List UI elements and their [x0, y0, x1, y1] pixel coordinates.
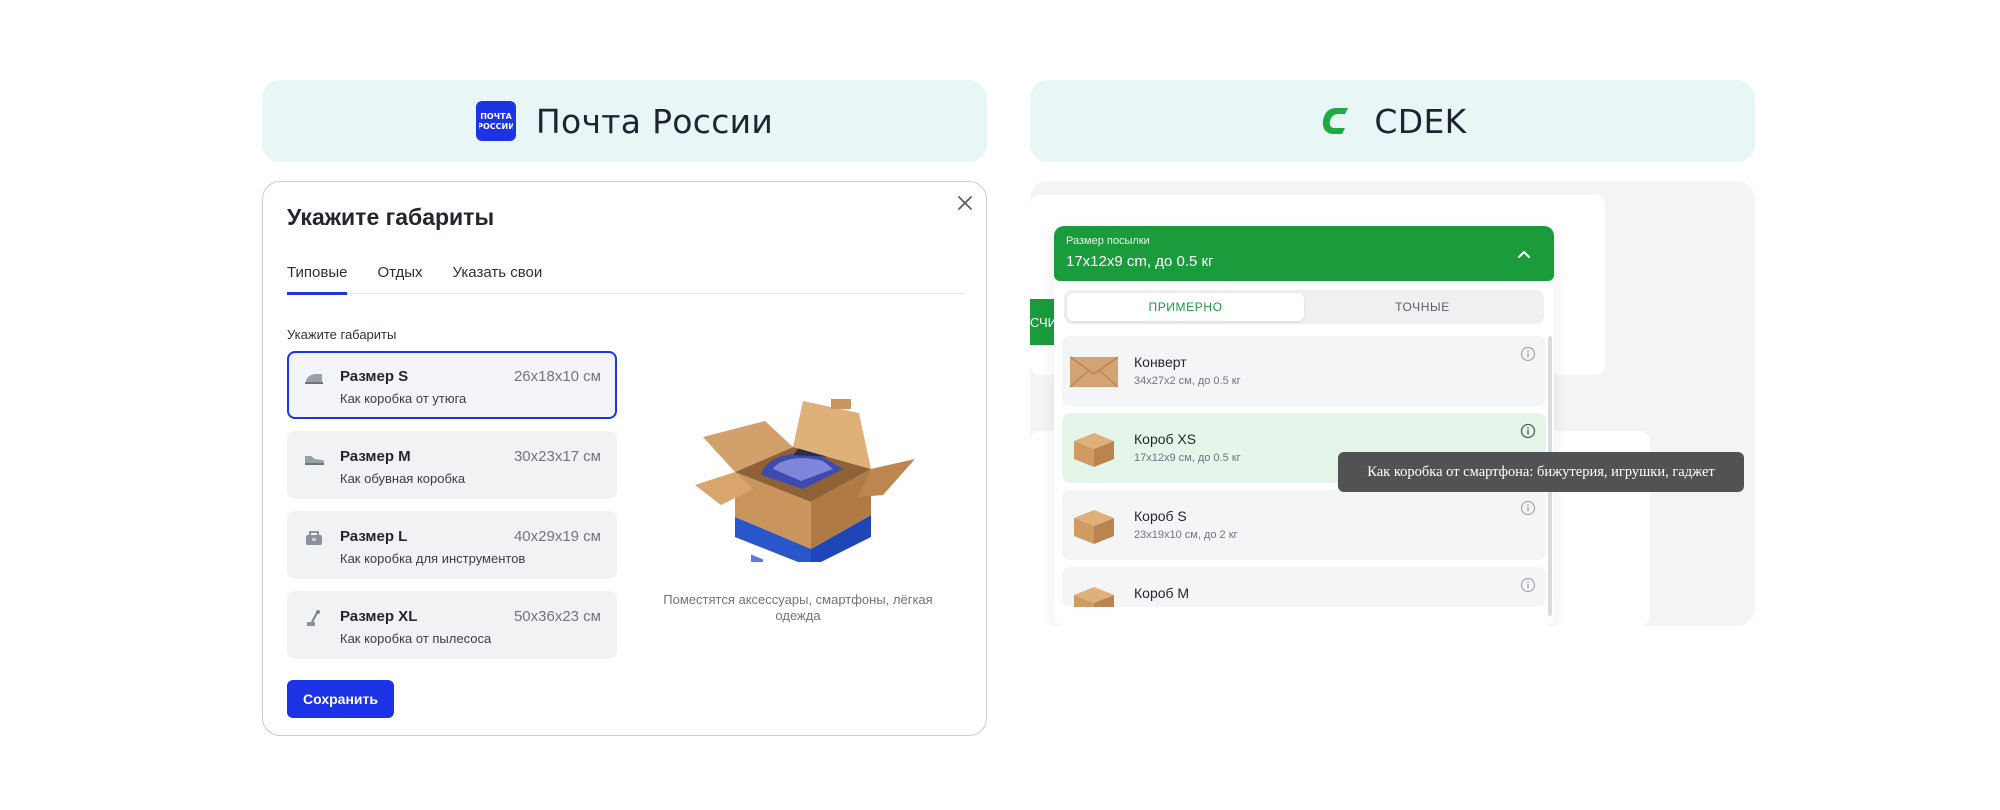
size-dimensions: 30x23x17 см [513, 448, 601, 465]
parcel-option-dimensions: 23x19x10 см, до 2 кг [1134, 529, 1238, 541]
iron-icon [305, 374, 323, 384]
size-mode-toggle: ПРИМЕРНО ТОЧНЫЕ [1064, 290, 1544, 324]
dialog-tabs: Типовые Отдых Указать свои [287, 264, 964, 295]
size-description: Как коробка для инструментов [340, 551, 526, 566]
size-dimensions: 26x18x10 см [513, 368, 601, 385]
segment-approximate[interactable]: ПРИМЕРНО [1067, 293, 1304, 321]
size-name: Размер M [340, 448, 411, 465]
chevron-up-icon [1518, 251, 1530, 258]
dialog-title: Укажите габариты [287, 204, 495, 230]
info-icon[interactable] [1520, 500, 1536, 516]
size-option-l[interactable]: Размер L 40x29x19 см Как коробка для инс… [287, 511, 617, 579]
info-icon[interactable] [1520, 577, 1536, 593]
cdek-panel: СЧИ Размер посылки 17x12x9 cm, до 0.5 кг… [1030, 181, 1755, 626]
size-description: Как обувная коробка [340, 471, 466, 486]
sizes-label: Укажите габариты [287, 327, 397, 342]
cdek-brand-name: CDEK [1374, 101, 1467, 141]
size-dimensions: 40x29x19 см [513, 528, 601, 545]
save-button[interactable]: Сохранить [287, 680, 394, 718]
vacuum-icon [307, 610, 320, 626]
segment-exact[interactable]: ТОЧНЫЕ [1304, 293, 1541, 321]
parcel-option-name: Короб S [1134, 508, 1187, 524]
parcel-info-tooltip: Как коробка от смартфона: бижутерия, игр… [1338, 452, 1744, 492]
size-name: Размер XL [340, 608, 418, 625]
pochta-logo-icon: ПОЧТА РОССИИ [475, 101, 516, 141]
pochta-header: ПОЧТА РОССИИ Почта России [262, 80, 987, 162]
tab-custom[interactable]: Указать свои [453, 264, 543, 294]
parcel-option-box-m[interactable]: Короб M [1062, 567, 1546, 607]
size-list: Размер S 26x18x10 см Как коробка от утюг… [287, 351, 617, 671]
info-icon[interactable] [1520, 423, 1536, 439]
parcel-option-envelope[interactable]: Конверт 34x27x2 см, до 0.5 кг [1062, 336, 1546, 406]
svg-text:РОССИИ: РОССИИ [479, 122, 513, 131]
size-hint: Поместятся аксессуары, смартфоны, лёгкая… [663, 592, 933, 623]
cdek-logo-icon [1323, 108, 1349, 134]
parcel-size-value: 17x12x9 cm, до 0.5 кг [1066, 253, 1214, 270]
parcel-option-name: Короб M [1134, 585, 1190, 601]
box-icon [1074, 587, 1114, 607]
size-name: Размер L [340, 528, 408, 545]
size-description: Как коробка от пылесоса [340, 631, 492, 646]
box-icon [1074, 510, 1114, 544]
toolbox-icon [306, 531, 322, 545]
tab-typical[interactable]: Типовые [287, 264, 348, 295]
pochta-dimensions-dialog: Укажите габариты Типовые Отдых Указать с… [262, 181, 987, 736]
size-option-s[interactable]: Размер S 26x18x10 см Как коробка от утюг… [287, 351, 617, 419]
size-option-m[interactable]: Размер M 30x23x17 см Как обувная коробка [287, 431, 617, 499]
parcel-size-label: Размер посылки [1066, 235, 1150, 247]
parcel-size-dropdown: Размер посылки 17x12x9 cm, до 0.5 кг ПРИ… [1054, 226, 1554, 626]
svg-text:ПОЧТА: ПОЧТА [480, 112, 512, 121]
pochta-brand-name: Почта России [535, 101, 774, 141]
size-name: Размер S [340, 368, 409, 385]
parcel-option-dimensions: 17x12x9 см, до 0.5 кг [1134, 452, 1241, 464]
open-box-illustration [695, 399, 915, 562]
info-icon[interactable] [1520, 346, 1536, 362]
partial-calc-label: СЧИ [1030, 314, 1057, 330]
size-option-xl[interactable]: Размер XL 50x36x23 см Как коробка от пыл… [287, 591, 617, 659]
cdek-header: CDEK [1030, 80, 1755, 162]
shoe-icon [305, 456, 324, 465]
tab-leisure[interactable]: Отдых [377, 264, 422, 294]
box-icon [1074, 433, 1114, 467]
parcel-option-name: Конверт [1134, 354, 1187, 370]
size-description: Как коробка от утюга [340, 391, 467, 406]
parcel-option-box-s[interactable]: Короб S 23x19x10 см, до 2 кг [1062, 490, 1546, 560]
close-icon[interactable] [954, 192, 976, 214]
parcel-option-name: Короб XS [1134, 431, 1197, 447]
size-dimensions: 50x36x23 см [513, 608, 601, 625]
parcel-size-select[interactable]: Размер посылки 17x12x9 cm, до 0.5 кг [1054, 226, 1554, 281]
envelope-icon [1070, 356, 1118, 388]
parcel-option-dimensions: 34x27x2 см, до 0.5 кг [1134, 375, 1241, 387]
